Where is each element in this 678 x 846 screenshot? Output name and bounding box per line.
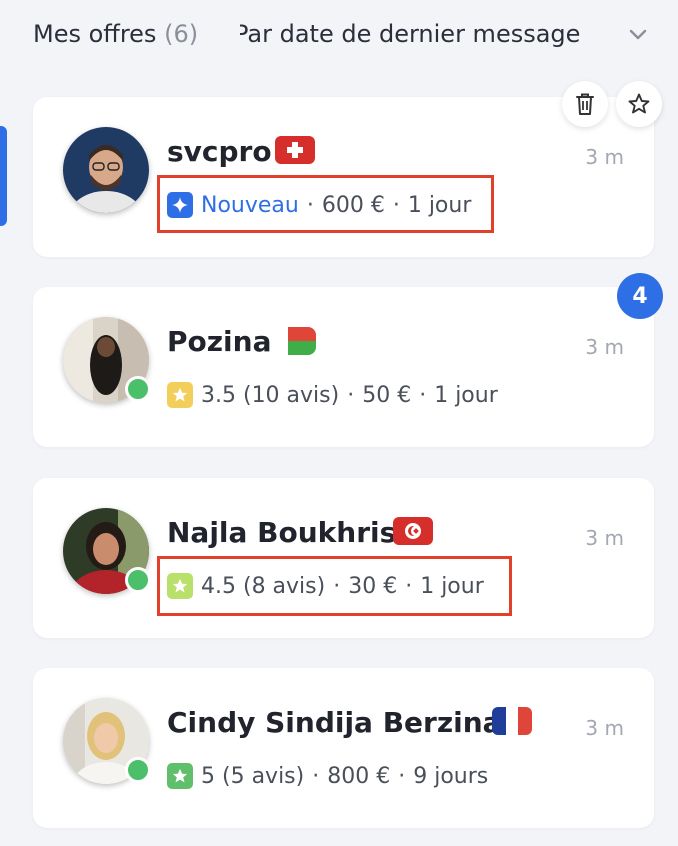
offer-duration: 9 jours [413, 763, 489, 789]
online-indicator [125, 567, 151, 593]
timestamp: 3 m [585, 526, 624, 550]
favorite-button[interactable] [616, 81, 662, 127]
offers-header: Mes offres (6) Par date de dernier messa… [0, 0, 678, 80]
flag-france-icon [492, 707, 532, 735]
delete-button[interactable] [562, 81, 608, 127]
seller-name[interactable]: Najla Boukhris [167, 516, 396, 549]
rating: 3.5 (10 avis) [201, 382, 340, 408]
highlight-box [157, 556, 512, 616]
offer-card[interactable]: svcpro 3 m Nouveau · 600 € · 1 jour [33, 81, 662, 257]
timestamp: 3 m [585, 145, 624, 169]
timestamp: 3 m [585, 335, 624, 359]
seller-name[interactable]: Cindy Sindija Berzina [167, 706, 502, 739]
offer-details: 3.5 (10 avis) · 50 € · 1 jour [167, 379, 498, 411]
sort-dropdown[interactable]: Par date de dernier message [240, 20, 660, 56]
flag-switzerland-icon [275, 136, 315, 164]
page-title: Mes offres (6) [33, 20, 198, 48]
offer-price: 800 € [327, 763, 391, 789]
offer-duration: 1 jour [434, 382, 498, 408]
online-indicator [125, 757, 151, 783]
offer-price: 50 € [362, 382, 412, 408]
flag-madagascar-icon [288, 327, 316, 355]
active-indicator [0, 126, 7, 226]
page-title-text: Mes offres [33, 20, 157, 48]
offer-card[interactable]: Cindy Sindija Berzina 3 m 5 (5 avis) · 8… [33, 668, 654, 828]
online-indicator [125, 376, 151, 402]
sort-label: Par date de dernier message [240, 20, 581, 48]
seller-name[interactable]: svcpro [167, 135, 272, 168]
offer-details: 5 (5 avis) · 800 € · 9 jours [167, 760, 488, 792]
rating: 5 (5 avis) [201, 763, 305, 789]
offer-card[interactable]: Pozina 3 m 3.5 (10 avis) · 50 € · 1 jour [33, 287, 654, 447]
star-icon [167, 763, 193, 789]
star-icon [167, 382, 193, 408]
trash-icon [576, 93, 594, 115]
offer-card[interactable]: Najla Boukhris 3 m 4.5 (8 avis) · 30 € ·… [33, 478, 654, 638]
timestamp: 3 m [585, 716, 624, 740]
seller-name[interactable]: Pozina [167, 325, 271, 358]
highlight-box [157, 175, 494, 233]
offers-count: (6) [164, 20, 199, 48]
chevron-down-icon[interactable] [627, 23, 649, 45]
flag-tunisia-icon [393, 517, 433, 545]
unread-count-badge: 4 [617, 273, 663, 319]
star-outline-icon [628, 93, 650, 114]
avatar [63, 127, 149, 213]
